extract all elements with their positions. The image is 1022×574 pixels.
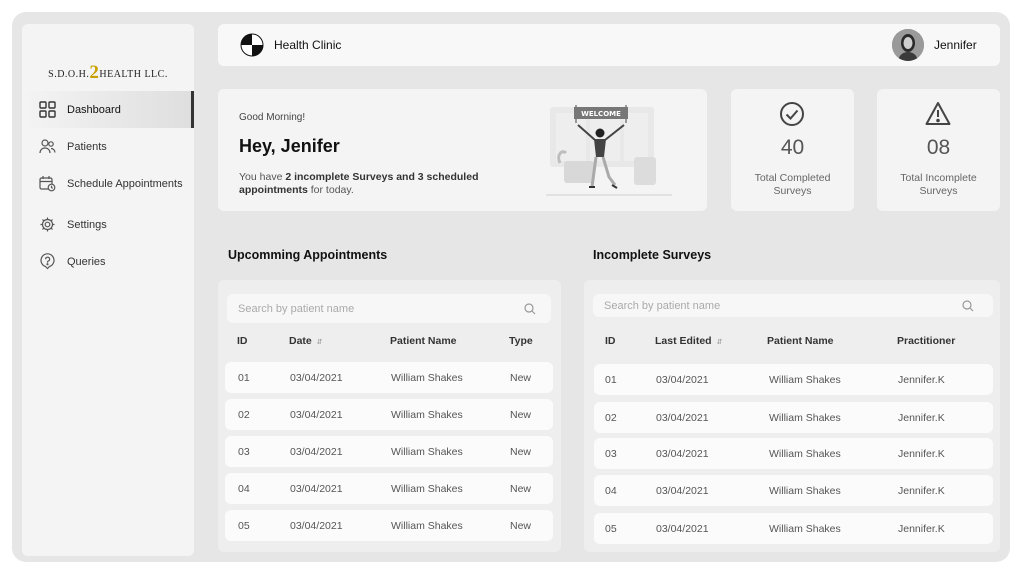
- search-icon[interactable]: [524, 302, 536, 315]
- welcome-title: Hey, Jenifer: [239, 136, 340, 156]
- welcome-banner-text: WELCOME: [581, 110, 621, 118]
- table-row[interactable]: 04 03/04/2021 William Shakes Jennifer.K: [594, 475, 993, 506]
- welcome-message: You have 2 incomplete Surveys and 3 sche…: [239, 171, 479, 196]
- users-icon: [38, 138, 56, 156]
- table-row[interactable]: 03 03/04/2021 William Shakes New: [225, 436, 553, 467]
- warning-icon: [925, 101, 951, 127]
- table-row[interactable]: 04 03/04/2021 William Shakes New: [225, 473, 553, 504]
- column-header-patient-name: Patient Name: [390, 335, 457, 347]
- logo: S.D.O.H.2HEALTH LLC.: [48, 62, 168, 83]
- table-row[interactable]: 05 03/04/2021 William Shakes New: [225, 510, 553, 541]
- sidebar: S.D.O.H.2HEALTH LLC. Dashboard Patients …: [22, 24, 194, 556]
- column-header-type: Type: [509, 335, 533, 347]
- table-row[interactable]: 01 03/04/2021 William Shakes New: [225, 362, 553, 393]
- column-header-patient-name: Patient Name: [767, 335, 834, 347]
- user-name[interactable]: Jennifer: [934, 38, 977, 52]
- stat-label: Total Incomplete Surveys: [900, 172, 977, 197]
- sidebar-item-dashboard[interactable]: Dashboard: [22, 91, 194, 128]
- sidebar-item-label: Patients: [67, 140, 107, 153]
- search-icon[interactable]: [962, 299, 974, 312]
- top-bar: Health Clinic Jennifer: [218, 24, 1000, 66]
- sort-icon[interactable]: ⇵: [317, 339, 323, 346]
- calendar-clock-icon: [38, 175, 56, 193]
- sidebar-item-label: Dashboard: [67, 103, 121, 116]
- table-row[interactable]: 02 03/04/2021 William Shakes New: [225, 399, 553, 430]
- stat-card-incomplete: 08 Total Incomplete Surveys: [877, 89, 1000, 211]
- column-header-date[interactable]: Date ⇵: [289, 335, 323, 347]
- surveys-title: Incomplete Surveys: [593, 248, 712, 262]
- grid-icon: [38, 101, 56, 119]
- table-row[interactable]: 02 03/04/2021 William Shakes Jennifer.K: [594, 402, 993, 433]
- sidebar-item-queries[interactable]: Queries: [22, 243, 194, 280]
- column-header-id: ID: [605, 335, 616, 347]
- gear-icon: [38, 216, 56, 234]
- sort-icon[interactable]: ⇵: [717, 339, 723, 346]
- greeting: Good Morning!: [239, 112, 306, 123]
- avatar[interactable]: [892, 29, 924, 61]
- sidebar-item-label: Settings: [67, 218, 107, 231]
- sidebar-item-schedule-appointments[interactable]: Schedule Appointments: [22, 165, 194, 202]
- help-circle-icon: [38, 253, 56, 271]
- table-row[interactable]: 05 03/04/2021 William Shakes Jennifer.K: [594, 513, 993, 544]
- column-header-practitioner: Practitioner: [897, 335, 956, 347]
- clinic-name: Health Clinic: [274, 38, 342, 52]
- table-row[interactable]: 03 03/04/2021 William Shakes Jennifer.K: [594, 438, 993, 469]
- stat-card-completed: 40 Total Completed Surveys: [731, 89, 854, 211]
- table-row[interactable]: 01 03/04/2021 William Shakes Jennifer.K: [594, 364, 993, 395]
- sidebar-item-label: Queries: [67, 255, 106, 268]
- column-header-last-edited[interactable]: Last Edited ⇵: [655, 335, 722, 347]
- surveys-search-input[interactable]: Search by patient name: [593, 294, 993, 317]
- check-circle-icon: [779, 101, 805, 127]
- appointments-title: Upcomming Appointments: [228, 248, 388, 262]
- welcome-illustration: WELCOME: [546, 103, 672, 199]
- stat-label: Total Completed Surveys: [754, 172, 831, 197]
- clinic-logo-icon: [240, 33, 264, 57]
- stat-value: 40: [780, 136, 805, 159]
- sidebar-item-patients[interactable]: Patients: [22, 128, 194, 165]
- appointments-search-input[interactable]: Search by patient name: [227, 294, 551, 323]
- column-header-id: ID: [237, 335, 248, 347]
- welcome-card: Good Morning! Hey, Jenifer You have 2 in…: [218, 89, 707, 211]
- sidebar-item-label: Schedule Appointments: [67, 177, 183, 190]
- sidebar-nav: Dashboard Patients Schedule Appointments…: [22, 91, 194, 280]
- stat-value: 08: [926, 136, 951, 159]
- sidebar-item-settings[interactable]: Settings: [22, 206, 194, 243]
